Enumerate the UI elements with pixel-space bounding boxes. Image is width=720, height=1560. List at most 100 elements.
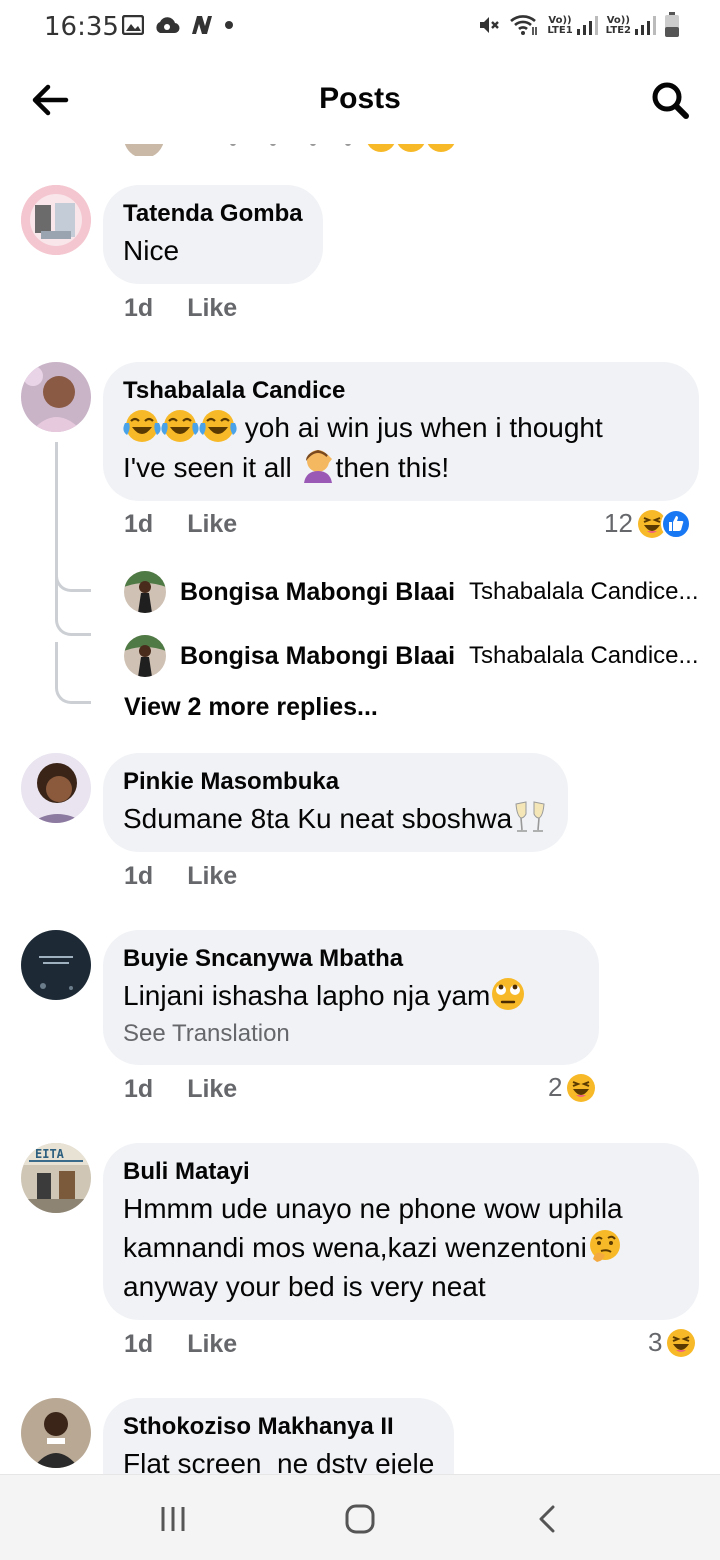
view-more-replies-link[interactable]: View 2 more replies... <box>124 693 378 722</box>
comment-text-line: I've seen it all then this! <box>123 447 679 487</box>
comment-bubble[interactable]: Tatenda Gomba Nice <box>103 185 323 284</box>
like-button[interactable]: Like <box>187 1075 237 1104</box>
wifi-icon <box>510 15 538 35</box>
home-button[interactable] <box>338 1497 382 1541</box>
eye-roll-emoji-icon <box>492 978 525 1010</box>
reply-thread-line <box>55 442 58 578</box>
facepalm-emoji-icon <box>303 450 332 483</box>
avatar-sign-text: EITA <box>35 1147 64 1161</box>
reply-item[interactable]: Bongisa Mabongi Blaai Tshabalala Candice… <box>124 635 699 677</box>
haha-reaction-icon <box>567 1073 596 1102</box>
comment-meta: 1d Like <box>124 1075 237 1104</box>
comment-meta: 1d Like <box>124 294 237 323</box>
comment-text: Linjani ishasha lapho nja yam <box>123 976 579 1015</box>
comment-meta: 1d Like <box>124 1330 237 1359</box>
see-translation-link[interactable]: See Translation <box>123 1017 579 1051</box>
comment-author[interactable]: Tshabalala Candice <box>123 374 679 408</box>
avatar <box>124 144 164 156</box>
gallery-icon <box>122 15 144 35</box>
reply-author[interactable]: Bongisa Mabongi Blaai <box>180 578 455 607</box>
comment-author[interactable]: Sthokoziso Makhanya II <box>123 1410 434 1444</box>
avatar[interactable] <box>21 1398 91 1468</box>
comment-bubble[interactable]: Pinkie Masombuka Sdumane 8ta Ku neat sbo… <box>103 753 569 852</box>
reaction-count: 12 <box>604 508 633 538</box>
search-icon <box>652 82 689 119</box>
avatar[interactable] <box>21 930 91 1000</box>
comment-author[interactable]: Tatenda Gomba <box>123 197 303 231</box>
signal-bars-icon <box>576 16 598 35</box>
reply-author[interactable]: Bongisa Mabongi Blaai <box>180 642 455 671</box>
comment-text: Sdumane 8ta Ku neat sboshwa <box>123 799 548 838</box>
comment-time[interactable]: 1d <box>124 1075 153 1104</box>
comment-bubble[interactable]: Buli Matayi Hmmm ude unayo ne phone wow … <box>103 1143 699 1320</box>
reply-thread-line <box>55 642 91 704</box>
partial-comment <box>0 144 720 156</box>
signal-bars-icon <box>635 16 656 35</box>
comment-time[interactable]: 1d <box>124 510 153 539</box>
comment-text: Hmmm ude unayo ne phone wow uphila <box>123 1193 623 1224</box>
status-system-icons: Vo)) LTE1 Vo)) LTE2 <box>477 12 680 38</box>
reaction-count: 3 <box>648 1327 663 1357</box>
avatar[interactable] <box>21 753 91 823</box>
like-button[interactable]: Like <box>187 862 237 891</box>
search-button[interactable] <box>648 78 692 122</box>
reaction-count: 2 <box>548 1072 563 1102</box>
like-button[interactable]: Like <box>187 294 237 323</box>
recents-button[interactable] <box>151 1497 195 1541</box>
comment-bubble[interactable]: Tshabalala Candice yoh ai win jus when i… <box>103 362 699 501</box>
comment-bubble[interactable]: Buyie Sncanywa Mbatha Linjani ishasha la… <box>103 930 599 1065</box>
comments-feed[interactable]: Tatenda Gomba Nice 1d Like Tshabalala Ca… <box>0 144 720 1474</box>
app-header: Posts <box>0 56 720 144</box>
avatar <box>124 571 166 613</box>
status-bar: 16:35 Vo)) LTE1 Vo)) LTE2 <box>0 0 720 56</box>
comment-text-line: kamnandi mos wena,kazi wenzentoni <box>123 1228 679 1267</box>
comment-text: yoh ai win jus when i thought <box>123 408 679 447</box>
comment-bubble[interactable]: Sthokoziso Makhanya II Flat screen ne ds… <box>103 1398 455 1474</box>
reaction-summary[interactable]: 2 <box>548 1072 596 1103</box>
joy-emoji-icon <box>199 410 237 442</box>
haha-reaction-icon <box>667 1328 696 1357</box>
battery-icon <box>665 12 679 37</box>
comment-time[interactable]: 1d <box>124 294 153 323</box>
comment-text: Nice <box>123 235 180 266</box>
n-app-icon <box>192 16 212 34</box>
comment-meta: 1d Like <box>124 862 237 891</box>
emoji-icon <box>366 144 396 152</box>
comment-author[interactable]: Buli Matayi <box>123 1155 679 1189</box>
reply-item[interactable]: Bongisa Mabongi Blaai Tshabalala Candice… <box>124 571 699 613</box>
comment-author[interactable]: Pinkie Masombuka <box>123 765 548 799</box>
joy-emoji-icon <box>123 410 161 442</box>
home-icon <box>345 1504 375 1534</box>
nav-back-icon <box>539 1505 555 1533</box>
emoji-icon <box>396 144 426 152</box>
joy-emoji-icon <box>161 410 199 442</box>
recents-icon <box>161 1507 185 1531</box>
avatar[interactable] <box>21 362 91 432</box>
notification-dot-icon <box>225 21 233 29</box>
avatar[interactable]: EITA <box>21 1143 91 1213</box>
cloud-sync-icon <box>156 17 180 34</box>
reply-text: Tshabalala Candice... <box>469 642 699 669</box>
emoji-icon <box>426 144 456 152</box>
thinking-emoji-icon <box>589 1230 620 1262</box>
reply-text: Tshabalala Candice... <box>469 578 699 605</box>
avatar[interactable] <box>21 185 91 255</box>
like-button[interactable]: Like <box>187 1330 237 1359</box>
sim1-signal: Vo)) LTE1 <box>547 14 598 36</box>
comment-time[interactable]: 1d <box>124 862 153 891</box>
nav-back-button[interactable] <box>526 1497 570 1541</box>
clinking-glasses-emoji-icon <box>515 801 545 832</box>
like-button[interactable]: Like <box>187 510 237 539</box>
system-navigation-bar <box>0 1474 720 1560</box>
comment-text: Flat screen ne dstv ejele <box>123 1448 435 1474</box>
reaction-summary[interactable]: 12 <box>604 508 691 539</box>
comment-time[interactable]: 1d <box>124 1330 153 1359</box>
avatar <box>124 635 166 677</box>
status-notification-icons <box>122 15 234 35</box>
comment-text-line: anyway your bed is very neat <box>123 1271 486 1302</box>
reaction-summary[interactable]: 3 <box>648 1327 696 1358</box>
like-reaction-icon <box>660 508 691 539</box>
sim2-signal: Vo)) LTE2 <box>606 14 656 36</box>
mute-icon <box>480 17 500 33</box>
comment-author[interactable]: Buyie Sncanywa Mbatha <box>123 942 579 976</box>
